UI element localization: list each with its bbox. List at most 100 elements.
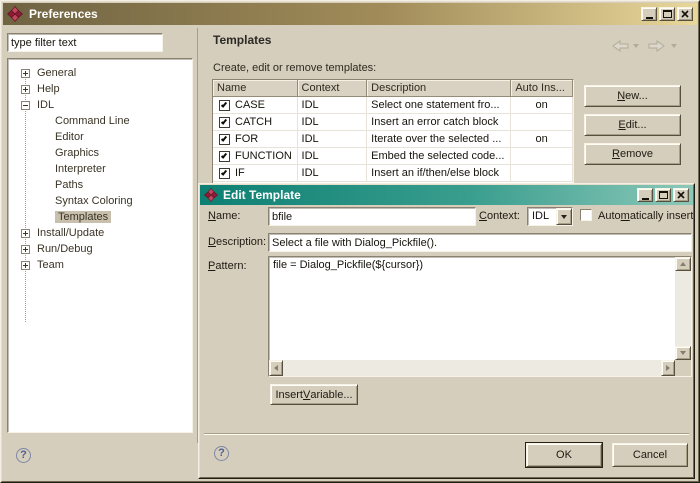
template-checkbox[interactable] xyxy=(219,116,230,128)
table-row[interactable]: FUNCTION IDL Embed the selected code... xyxy=(213,148,573,165)
tree-item-label: Run/Debug xyxy=(37,243,93,255)
name-input[interactable] xyxy=(268,207,476,226)
template-checkbox[interactable] xyxy=(219,167,230,179)
expand-icon[interactable] xyxy=(21,260,30,270)
template-auto-insert xyxy=(511,148,573,164)
cancel-button[interactable]: Cancel xyxy=(612,443,688,467)
automatically-insert-label: Automatically insert xyxy=(598,210,694,222)
tree-item-templates[interactable]: Templates xyxy=(9,209,191,225)
tree-item-syntax-coloring[interactable]: Syntax Coloring xyxy=(9,193,191,209)
column-header-name[interactable]: Name xyxy=(213,80,298,97)
context-dropdown-button[interactable] xyxy=(556,208,572,225)
preferences-tree[interactable]: General Help IDL Command Line Editor Graphics… xyxy=(9,60,191,431)
pattern-vertical-scrollbar[interactable] xyxy=(675,257,691,360)
tree-item-paths[interactable]: Paths xyxy=(9,177,191,193)
scroll-down-button[interactable] xyxy=(675,346,691,360)
template-description: Insert an if/then/else block xyxy=(367,165,512,181)
tree-item-idl[interactable]: IDL xyxy=(9,97,191,113)
edit-template-titlebar[interactable]: Edit Template xyxy=(200,185,693,205)
remove-button[interactable]: Remove xyxy=(584,143,681,165)
close-button[interactable] xyxy=(677,7,693,21)
table-row[interactable]: CASE IDL Select one statement fro... on xyxy=(213,97,573,114)
tree-item-interpreter[interactable]: Interpreter xyxy=(9,161,191,177)
chevron-down-icon xyxy=(561,214,567,219)
instruction-label: Create, edit or remove templates: xyxy=(213,62,377,74)
tree-item-install-update[interactable]: Install/Update xyxy=(9,225,191,241)
help-button[interactable]: ? xyxy=(16,448,31,463)
collapse-icon[interactable] xyxy=(21,100,30,110)
pattern-horizontal-scrollbar[interactable] xyxy=(269,360,675,376)
scroll-left-button[interactable] xyxy=(269,360,283,376)
arrow-left-icon xyxy=(274,365,278,371)
tree-item-editor[interactable]: Editor xyxy=(9,129,191,145)
preferences-window: Preferences GeneralHelpIDLCommand LineEd… xyxy=(0,0,700,483)
tree-item-label: IDL xyxy=(37,99,55,111)
tree-item-help[interactable]: Help xyxy=(9,81,191,97)
close-icon xyxy=(681,10,689,18)
description-input[interactable] xyxy=(268,233,692,252)
back-history-dropdown-icon[interactable] xyxy=(633,44,639,48)
tree-item-graphics[interactable]: Graphics xyxy=(9,145,191,161)
template-checkbox[interactable] xyxy=(219,99,230,111)
template-context: IDL xyxy=(298,148,368,164)
forward-button[interactable] xyxy=(648,40,665,52)
filter-input[interactable] xyxy=(7,33,163,52)
pattern-textarea[interactable]: file = Dialog_Pickfile(${cursor}) xyxy=(268,256,692,377)
tree-item-label: Team xyxy=(37,259,64,271)
window-title: Preferences xyxy=(29,7,98,21)
context-selected-value: IDL xyxy=(532,210,550,222)
tree-item-run-debug[interactable]: Run/Debug xyxy=(9,241,191,257)
template-name: CATCH xyxy=(235,116,273,128)
name-label: Name: xyxy=(208,210,241,222)
table-row[interactable]: IF IDL Insert an if/then/else block xyxy=(213,165,573,182)
template-name: CASE xyxy=(235,99,265,111)
tree-item-label: Help xyxy=(37,83,60,95)
dialog-help-button[interactable]: ? xyxy=(214,446,229,461)
template-context: IDL xyxy=(298,114,368,130)
column-header-context[interactable]: Context xyxy=(297,80,368,97)
new-button[interactable]: New... xyxy=(584,85,681,107)
expand-icon[interactable] xyxy=(21,84,30,94)
checkmark-icon xyxy=(220,100,228,108)
insert-variable-button[interactable]: Insert Variable... xyxy=(270,384,358,405)
scroll-right-button[interactable] xyxy=(661,360,675,376)
tree-item-team[interactable]: Team xyxy=(9,257,191,273)
maximize-button[interactable] xyxy=(659,7,675,21)
column-header-description[interactable]: Description xyxy=(367,80,512,97)
template-description: Insert an error catch block xyxy=(367,114,512,130)
expand-icon[interactable] xyxy=(21,68,30,78)
preferences-titlebar[interactable]: Preferences xyxy=(3,3,697,25)
column-header-auto-ins[interactable]: Auto Ins... xyxy=(511,80,573,97)
scrollbar-corner xyxy=(675,360,691,376)
forward-history-dropdown-icon[interactable] xyxy=(671,44,677,48)
tree-item-label: Command Line xyxy=(55,115,130,127)
table-row[interactable]: FOR IDL Iterate over the selected ... on xyxy=(213,131,573,148)
back-button[interactable] xyxy=(612,40,629,52)
expand-icon[interactable] xyxy=(21,244,30,254)
dialog-maximize-button[interactable] xyxy=(655,188,671,202)
automatically-insert-checkbox[interactable] xyxy=(580,209,592,221)
template-context: IDL xyxy=(298,165,368,181)
template-checkbox[interactable] xyxy=(219,150,230,162)
tree-item-label: Templates xyxy=(55,211,112,223)
edit-template-dialog: Edit Template Name: Context: IDL Automat… xyxy=(198,183,695,479)
tree-item-general[interactable]: General xyxy=(9,65,191,81)
scroll-up-button[interactable] xyxy=(675,257,691,271)
template-context: IDL xyxy=(298,97,368,113)
checkmark-icon xyxy=(220,117,228,125)
table-row[interactable]: CATCH IDL Insert an error catch block xyxy=(213,114,573,131)
minimize-button[interactable] xyxy=(641,7,657,21)
arrow-up-icon xyxy=(680,262,686,266)
tree-item-command-line[interactable]: Command Line xyxy=(9,113,191,129)
tree-item-label: Syntax Coloring xyxy=(55,195,133,207)
expand-icon[interactable] xyxy=(21,228,30,238)
ok-button[interactable]: OK xyxy=(526,443,602,467)
template-auto-insert xyxy=(511,114,573,130)
context-select[interactable]: IDL xyxy=(527,207,573,226)
edit-button[interactable]: Edit... xyxy=(584,114,681,136)
dialog-close-button[interactable] xyxy=(673,188,689,202)
dialog-minimize-button[interactable] xyxy=(637,188,653,202)
template-description: Embed the selected code... xyxy=(367,148,512,164)
pattern-text: file = Dialog_Pickfile(${cursor}) xyxy=(273,259,424,271)
template-checkbox[interactable] xyxy=(219,133,230,145)
